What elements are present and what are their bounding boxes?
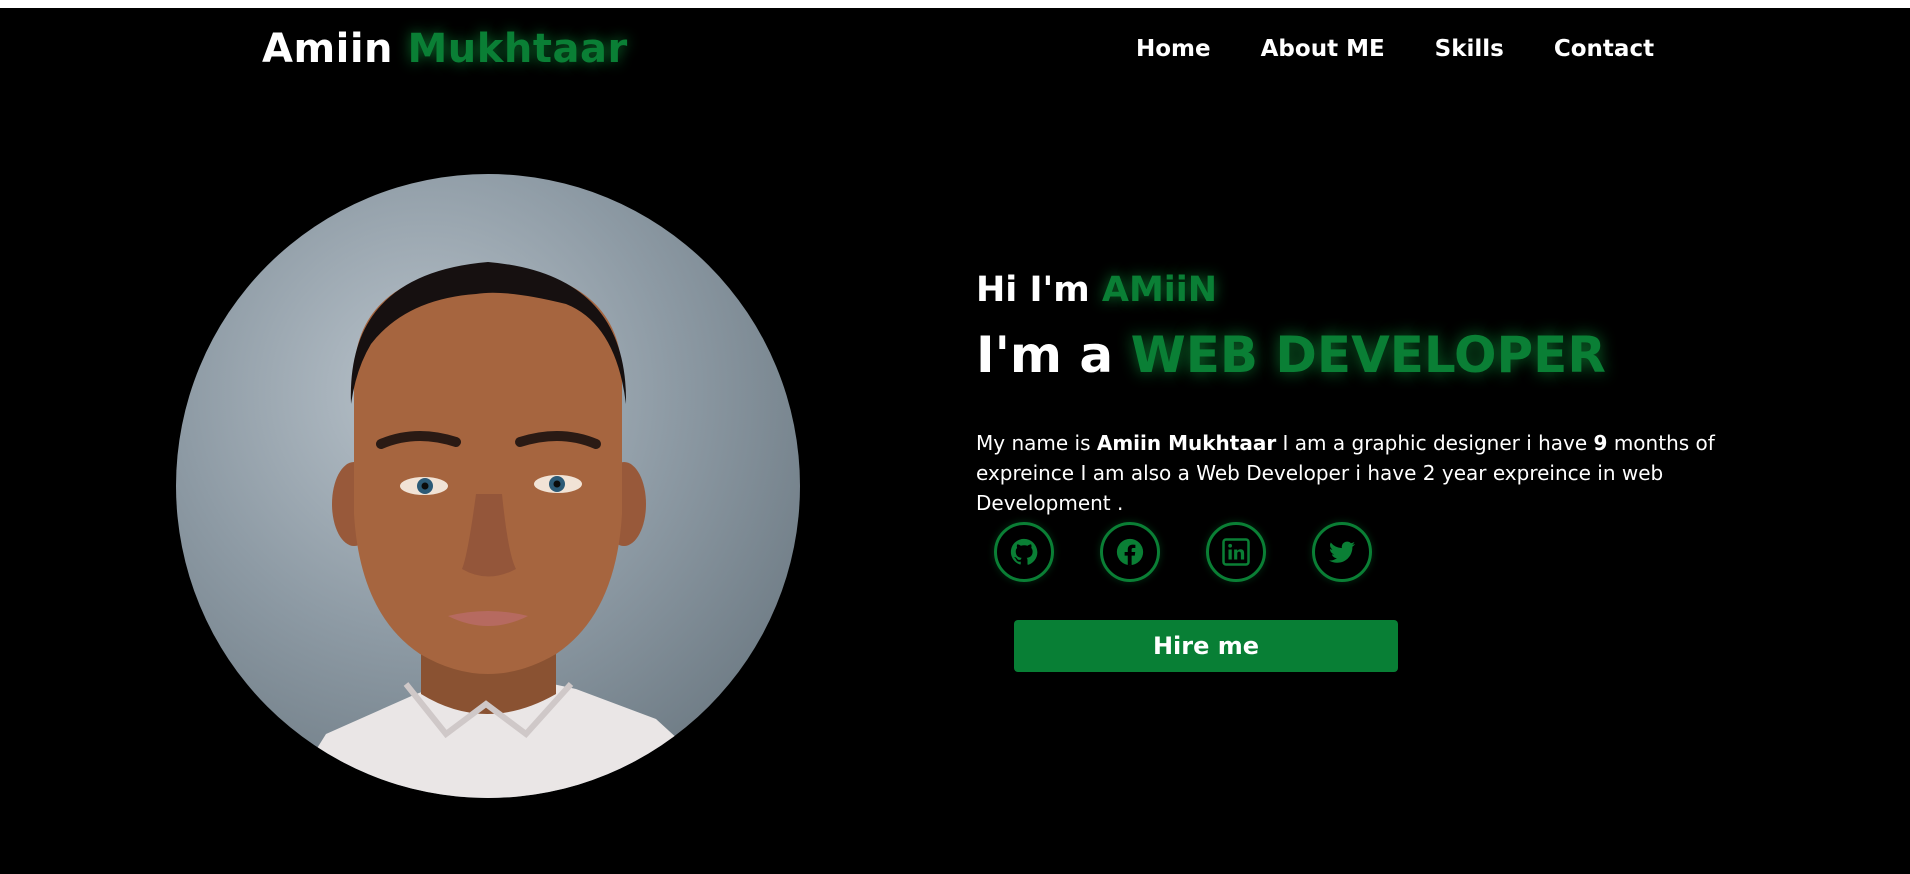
github-link[interactable]: [994, 522, 1054, 582]
nav-about-link[interactable]: About ME: [1261, 36, 1385, 62]
nav-contact-link[interactable]: Contact: [1554, 36, 1654, 62]
linkedin-icon: [1222, 538, 1250, 566]
role-prefix: I'm a: [976, 326, 1114, 384]
greeting: Hi I'm AMiiN: [976, 270, 1217, 310]
role-title: WEB DEVELOPER: [1130, 326, 1606, 384]
bio-months: 9: [1593, 431, 1608, 455]
nav-skills-link[interactable]: Skills: [1435, 36, 1504, 62]
facebook-link[interactable]: [1100, 522, 1160, 582]
logo-first-name: Amiin: [262, 26, 394, 72]
twitter-link[interactable]: [1312, 522, 1372, 582]
bio-part-2: I am a graphic designer i have: [1276, 431, 1594, 455]
nav-home-link[interactable]: Home: [1136, 36, 1211, 62]
twitter-icon: [1328, 541, 1356, 563]
greeting-name: AMiiN: [1101, 270, 1218, 310]
page: Amiin Mukhtaar Home About ME Skills Cont…: [0, 8, 1910, 874]
hire-me-button[interactable]: Hire me: [1014, 620, 1398, 672]
logo[interactable]: Amiin Mukhtaar: [262, 26, 628, 72]
facebook-icon: [1116, 538, 1144, 566]
role-heading: I'm a WEB DEVELOPER: [976, 326, 1606, 384]
greeting-prefix: Hi I'm: [976, 270, 1090, 310]
bio-name: Amiin Mukhtaar: [1096, 431, 1277, 455]
profile-photo: [176, 174, 800, 798]
logo-last-name: Mukhtaar: [407, 26, 628, 72]
github-icon: [1010, 538, 1038, 565]
social-links: [994, 522, 1372, 582]
bio-part-1: My name is: [976, 431, 1097, 455]
top-strip: [0, 0, 1910, 8]
bio-paragraph: My name is Amiin Mukhtaar I am a graphic…: [976, 428, 1716, 518]
linkedin-link[interactable]: [1206, 522, 1266, 582]
main-nav: Home About ME Skills Contact: [1136, 36, 1654, 62]
